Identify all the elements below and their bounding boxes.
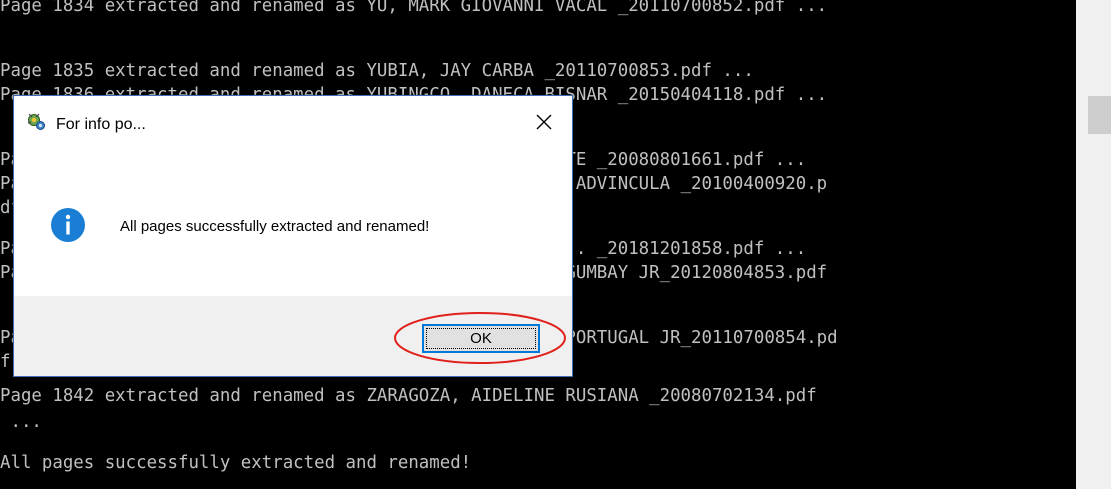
dialog-title: For info po...: [56, 116, 146, 133]
console-line: Page 1835 extracted and renamed as YUBIA…: [0, 61, 754, 81]
dialog-titlebar[interactable]: For info po...: [14, 96, 572, 156]
console-line: Page 1842 extracted and renamed as ZARAG…: [0, 386, 817, 406]
message-dialog: For info po... All pages successfully ex…: [13, 95, 573, 377]
app-icon: [27, 113, 45, 130]
console-line: ...: [0, 412, 42, 432]
dialog-footer: OK: [14, 296, 572, 376]
close-icon[interactable]: [532, 110, 556, 134]
console-line: All pages successfully extracted and ren…: [0, 453, 472, 473]
vertical-scrollbar[interactable]: [1076, 0, 1111, 489]
dialog-body: All pages successfully extracted and ren…: [14, 156, 572, 296]
info-icon: [51, 208, 85, 242]
ok-button[interactable]: OK: [422, 324, 540, 353]
dialog-message: All pages successfully extracted and ren…: [120, 218, 430, 235]
console-line: Page 1834 extracted and renamed as YU, M…: [0, 0, 828, 16]
scrollbar-thumb[interactable]: [1088, 96, 1111, 134]
